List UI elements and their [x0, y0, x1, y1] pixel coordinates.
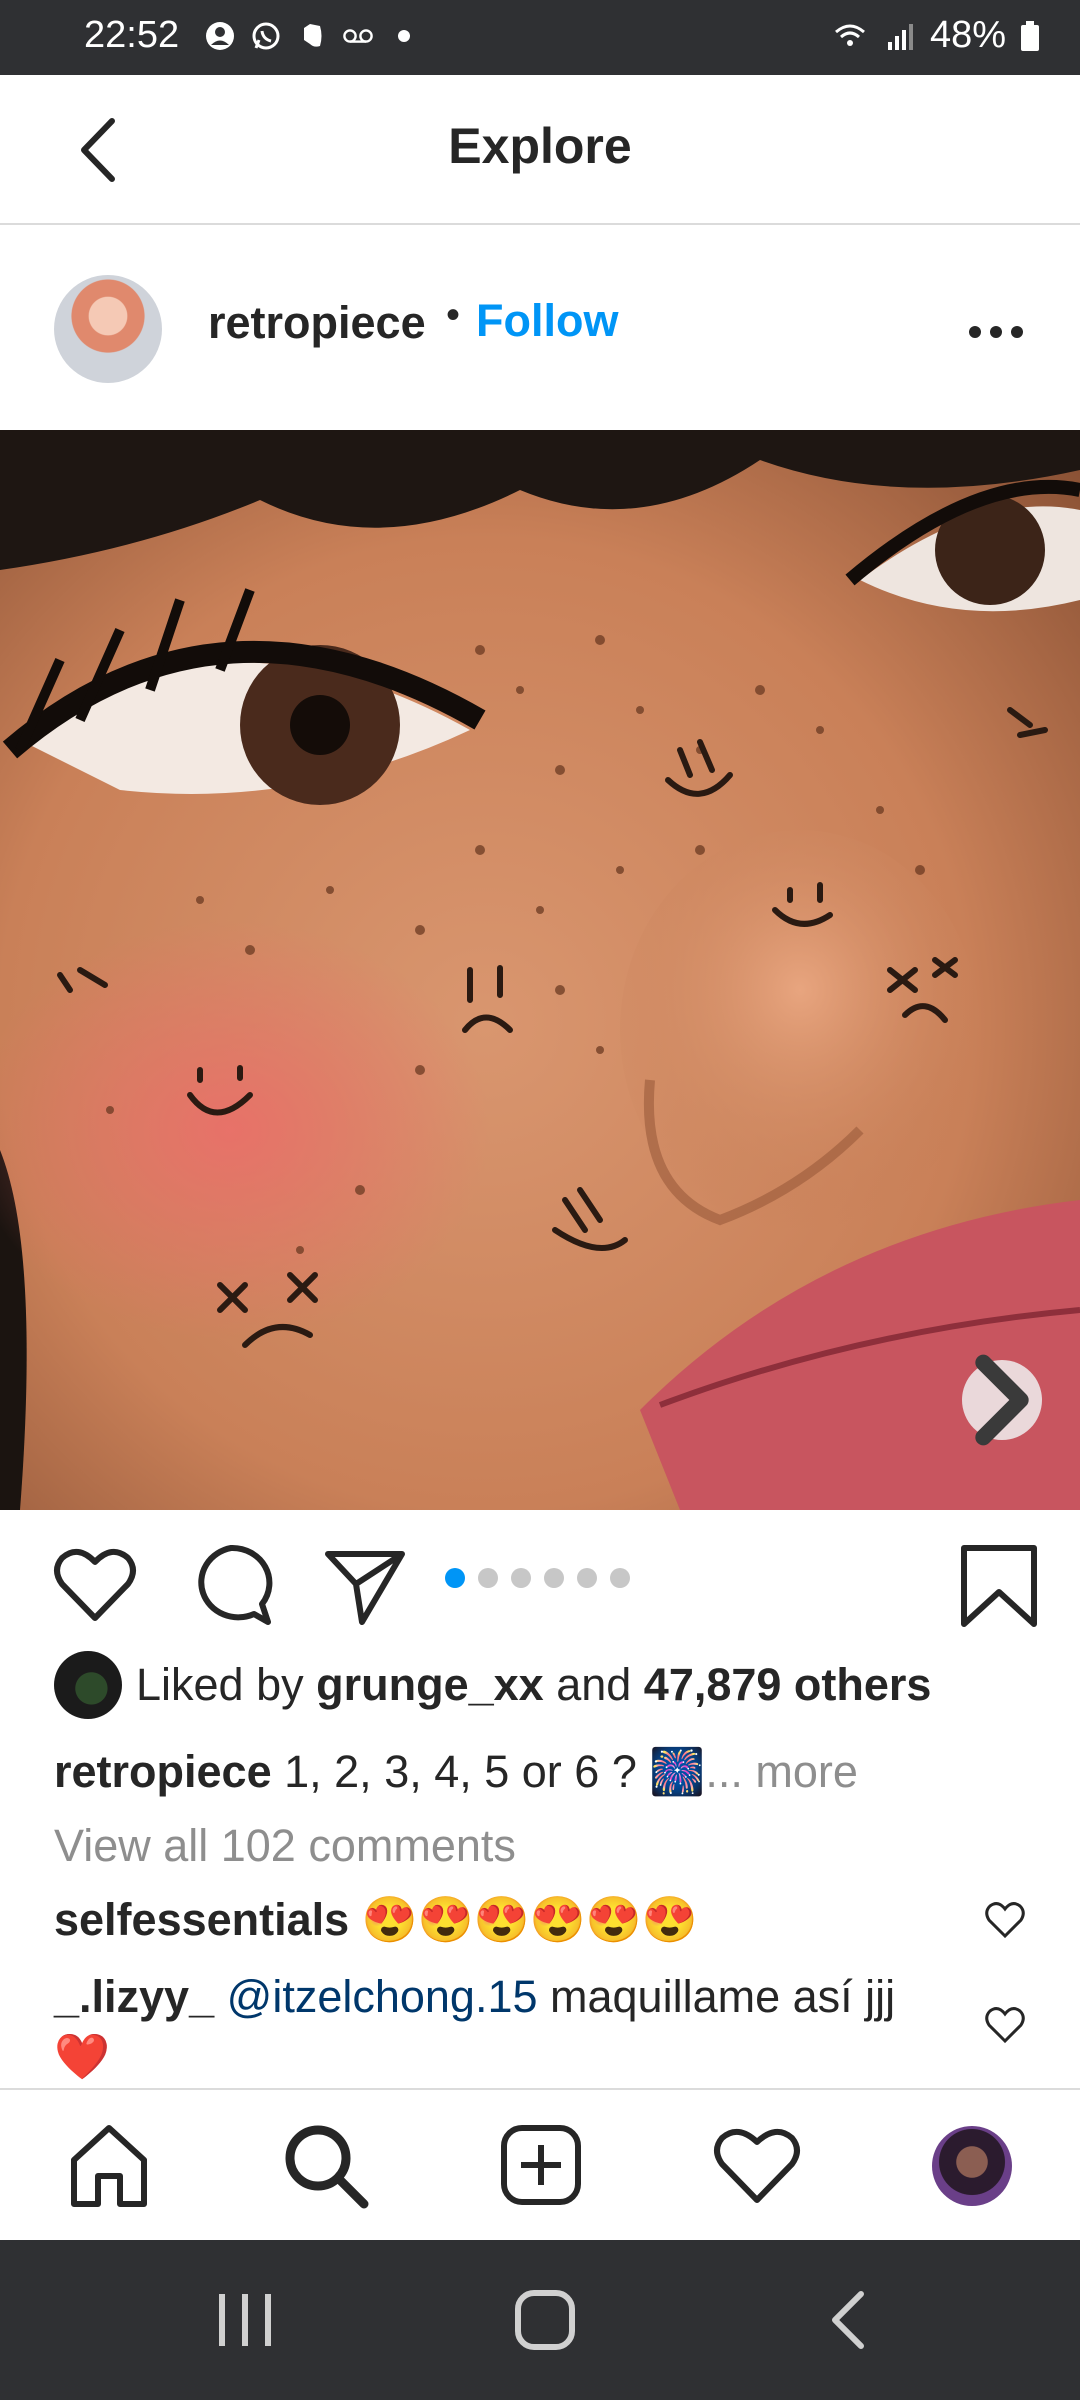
comment-text: 😍😍😍😍😍😍 — [361, 1894, 698, 1945]
caption-more-link[interactable]: ... more — [705, 1746, 858, 1797]
comment-like-heart-icon[interactable] — [984, 2005, 1026, 2045]
view-all-comments-link[interactable]: View all 102 comments — [54, 1820, 516, 1872]
system-navigation-bar — [0, 2240, 1080, 2400]
likes-summary[interactable]: Liked by grunge_xx and 47,879 others — [54, 1650, 931, 1720]
more-dots-icon[interactable] — [968, 325, 1024, 339]
dot-icon — [398, 30, 410, 42]
liker-avatar — [54, 1651, 122, 1719]
post-caption: retropiece 1, 2, 3, 4, 5 or 6 ? 🎆... mor… — [54, 1745, 858, 1798]
profile-avatar[interactable] — [932, 2126, 1012, 2206]
comment-bubble-icon[interactable] — [188, 1542, 274, 1628]
search-icon[interactable] — [280, 2120, 370, 2210]
status-time: 22:52 — [84, 14, 180, 56]
save-bookmark-icon[interactable] — [956, 1542, 1042, 1628]
activity-heart-icon[interactable] — [712, 2120, 802, 2210]
caption-username[interactable]: retropiece — [54, 1746, 272, 1797]
separator-dot: • — [446, 293, 461, 337]
follow-button[interactable]: Follow — [476, 295, 618, 347]
status-bar: 22:52 48% — [0, 0, 1080, 75]
back-chevron-icon[interactable] — [815, 2290, 885, 2350]
comment-username[interactable]: _.lizyy_ — [54, 1971, 214, 2022]
carousel-dot — [610, 1568, 630, 1588]
chevron-right-icon — [975, 1354, 1029, 1446]
post-author-avatar[interactable] — [54, 275, 162, 383]
whatsapp-icon — [252, 22, 280, 50]
share-paper-plane-icon[interactable] — [322, 1542, 408, 1628]
home-circle-icon[interactable] — [510, 2290, 580, 2350]
page-title: Explore — [448, 118, 632, 174]
post-author-username[interactable]: retropiece — [208, 297, 426, 349]
new-post-icon[interactable] — [496, 2120, 586, 2210]
signal-icon — [887, 23, 913, 50]
comment-mention[interactable]: @itzelchong.15 — [227, 1971, 538, 2022]
likes-prefix: Liked by — [136, 1659, 317, 1710]
carousel-dot — [544, 1568, 564, 1588]
comment-username[interactable]: selfessentials — [54, 1894, 349, 1945]
post-image-art — [0, 430, 1080, 1510]
carousel-indicator — [445, 1568, 630, 1588]
liker-username[interactable]: grunge_xx — [316, 1659, 544, 1711]
post-header: retropiece • Follow — [0, 227, 1080, 430]
carousel-dot — [478, 1568, 498, 1588]
status-notification-icons — [204, 20, 420, 52]
battery-percentage: 48% — [929, 14, 1006, 56]
comment-like-heart-icon[interactable] — [984, 1900, 1026, 1940]
top-header: Explore — [0, 75, 1080, 225]
bottom-navigation — [0, 2088, 1080, 2240]
post-actions — [0, 1510, 1080, 1650]
comment-item: _.lizyy_ @itzelchong.15 maquillame así j… — [54, 1967, 954, 2087]
recents-icon[interactable] — [210, 2290, 280, 2350]
status-system-icons: 48% — [830, 14, 1040, 57]
wifi-icon — [834, 24, 865, 46]
likes-and: and — [543, 1659, 644, 1710]
evernote-icon — [304, 24, 322, 47]
likes-count[interactable]: 47,879 others — [644, 1659, 932, 1711]
carousel-dot — [577, 1568, 597, 1588]
carousel-dot — [511, 1568, 531, 1588]
caption-text: 1, 2, 3, 4, 5 or 6 ? 🎆 — [284, 1746, 706, 1797]
like-heart-icon[interactable] — [52, 1542, 138, 1628]
carousel-dot — [445, 1568, 465, 1588]
comment-item: selfessentials 😍😍😍😍😍😍 — [54, 1893, 698, 1946]
avatar-badge-icon — [206, 22, 234, 50]
carousel-next-button[interactable] — [962, 1354, 1042, 1446]
post-image[interactable] — [0, 430, 1080, 1510]
battery-icon — [1021, 20, 1039, 51]
home-icon[interactable] — [64, 2120, 154, 2210]
voicemail-icon — [343, 29, 373, 43]
